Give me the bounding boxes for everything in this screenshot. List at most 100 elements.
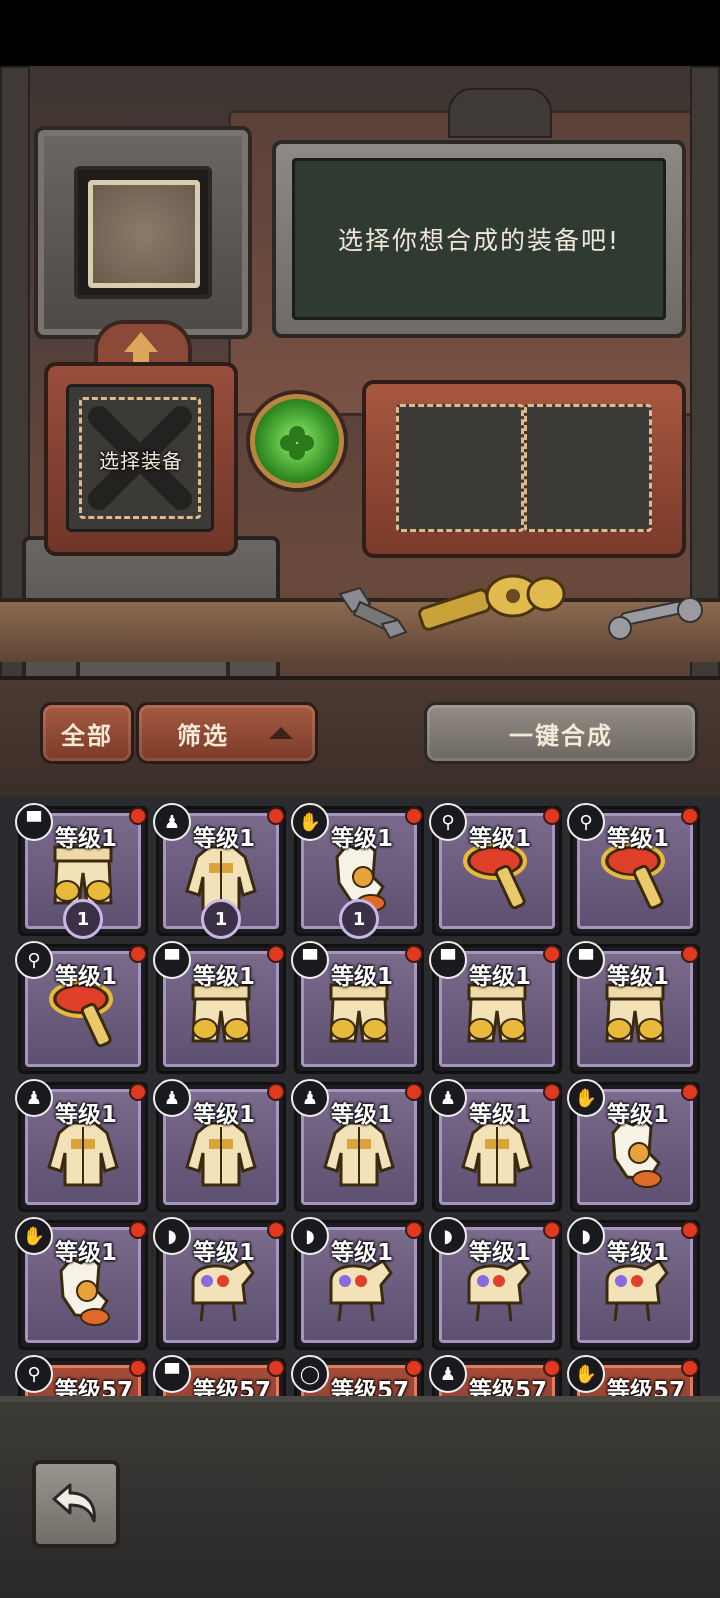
tool-icon: ⚲ (429, 803, 467, 841)
level-label: 等级1 (193, 1102, 256, 1128)
equipment-card[interactable]: ♟ 等级1 (291, 1079, 424, 1212)
craft-start-button[interactable] (250, 394, 344, 488)
equipment-card[interactable]: ▀ 等级1 (429, 941, 562, 1074)
glove-icon: ✋ (15, 1217, 53, 1255)
new-indicator-dot (129, 945, 147, 963)
level-label: 等级57 (331, 1378, 410, 1396)
material-slot-2[interactable] (524, 404, 652, 532)
equipment-card[interactable]: ◗ 等级1 (291, 1217, 424, 1350)
one-click-craft-button[interactable]: 一键合成 (424, 702, 698, 764)
level-label: 等级1 (331, 964, 394, 990)
new-indicator-dot (543, 807, 561, 825)
level-label: 等级1 (469, 826, 532, 852)
count-badge: 1 (63, 899, 103, 939)
equipment-card[interactable]: ✋ 等级1 (15, 1217, 148, 1350)
new-indicator-dot (267, 1221, 285, 1239)
level-label: 等级1 (55, 1102, 118, 1128)
equipment-card[interactable]: ◯ 等级57 (291, 1355, 424, 1396)
tool-icon: ⚲ (15, 941, 53, 979)
equipment-grid: ▀ 等级1 1 ♟ 等级1 1 ✋ 等级1 1 ⚲ 等级1 ⚲ 等级1 ⚲ 等级1 ▀ 等级1 ▀ 等级1 ▀ 等级1 ▀… (0, 796, 720, 1396)
equipment-card[interactable]: ◗ 等级1 (429, 1217, 562, 1350)
bolt-icon (338, 586, 408, 640)
pants-icon: ▀ (15, 803, 53, 841)
new-indicator-dot (129, 1083, 147, 1101)
level-label: 等级1 (55, 826, 118, 852)
coat-icon: ♟ (429, 1355, 467, 1393)
equipment-card[interactable]: ✋ 等级57 (567, 1355, 700, 1396)
new-indicator-dot (405, 1083, 423, 1101)
level-label: 等级1 (469, 1240, 532, 1266)
level-label: 等级57 (607, 1378, 686, 1396)
wrench-icon (608, 597, 703, 640)
pants-icon: ▀ (153, 1355, 191, 1393)
equipment-card[interactable]: ♟ 等级1 (429, 1079, 562, 1212)
equipment-card[interactable]: ▀ 等级1 (567, 941, 700, 1074)
boot-icon: ◗ (429, 1217, 467, 1255)
new-indicator-dot (405, 807, 423, 825)
pipe (690, 66, 720, 770)
windup-key-icon (418, 574, 566, 631)
new-indicator-dot (405, 945, 423, 963)
level-label: 等级1 (331, 826, 394, 852)
equipment-card[interactable]: ⚲ 等级1 (567, 803, 700, 936)
equipment-card[interactable]: ▀ 等级1 1 (15, 803, 148, 939)
filter-label: 筛选 (177, 721, 229, 750)
new-indicator-dot (681, 1221, 699, 1239)
filter-button[interactable]: 筛选 (136, 702, 318, 764)
new-indicator-dot (129, 807, 147, 825)
level-label: 等级57 (55, 1378, 134, 1396)
level-label: 等级1 (55, 964, 118, 990)
material-slots (362, 380, 686, 558)
new-indicator-dot (681, 807, 699, 825)
back-arrow-icon (52, 1483, 96, 1523)
level-label: 等级1 (55, 1240, 118, 1266)
equipment-card[interactable]: ♟ 等级57 (429, 1355, 562, 1396)
boot-icon: ◗ (153, 1217, 191, 1255)
equipment-card[interactable]: ◗ 等级1 (567, 1217, 700, 1350)
equipment-preview-slot (34, 126, 252, 339)
coat-icon: ♟ (291, 1079, 329, 1117)
level-label: 等级1 (607, 826, 670, 852)
new-indicator-dot (681, 945, 699, 963)
all-button[interactable]: 全部 (40, 702, 134, 764)
bottom-bar (0, 1396, 720, 1598)
equipment-card[interactable]: ▀ 等级1 (291, 941, 424, 1074)
level-label: 等级1 (607, 1240, 670, 1266)
equipment-card[interactable]: ♟ 等级1 (15, 1079, 148, 1212)
equipment-card[interactable]: ▀ 等级1 (153, 941, 286, 1074)
level-label: 等级57 (469, 1378, 548, 1396)
equipment-card[interactable]: ◗ 等级1 (153, 1217, 286, 1350)
level-label: 等级1 (331, 1240, 394, 1266)
new-indicator-dot (267, 807, 285, 825)
equipment-card[interactable]: ▀ 等级57 (153, 1355, 286, 1396)
boot-icon: ◗ (291, 1217, 329, 1255)
coat-icon: ♟ (153, 803, 191, 841)
select-equipment-slot[interactable]: 选择装备 (44, 362, 238, 556)
level-label: 等级1 (607, 964, 670, 990)
new-indicator-dot (405, 1221, 423, 1239)
equipment-card[interactable]: ♟ 等级1 1 (153, 803, 286, 939)
equipment-card[interactable]: ♟ 等级1 (153, 1079, 286, 1212)
level-label: 等级1 (469, 1102, 532, 1128)
glove-icon: ✋ (567, 1355, 605, 1393)
level-label: 等级1 (193, 826, 256, 852)
count-badge: 1 (201, 899, 241, 939)
level-label: 等级1 (193, 1240, 256, 1266)
new-indicator-dot (543, 1221, 561, 1239)
equipment-card[interactable]: ✋ 等级1 1 (291, 803, 424, 939)
level-label: 等级1 (469, 964, 532, 990)
new-indicator-dot (681, 1083, 699, 1101)
new-indicator-dot (267, 1083, 285, 1101)
equipment-card[interactable]: ✋ 等级1 (567, 1079, 700, 1212)
equipment-card[interactable]: ⚲ 等级1 (15, 941, 148, 1074)
back-button[interactable] (32, 1460, 120, 1548)
material-slot-1[interactable] (396, 404, 524, 532)
level-label: 等级1 (193, 964, 256, 990)
screen-message: 选择你想合成的装备吧! (337, 226, 621, 255)
filter-toolbar: 全部 筛选 一键合成 (0, 676, 720, 802)
pants-icon: ▀ (567, 941, 605, 979)
equipment-card[interactable]: ⚲ 等级57 (15, 1355, 148, 1396)
equipment-card[interactable]: ⚲ 等级1 (429, 803, 562, 936)
glove-icon: ✋ (567, 1079, 605, 1117)
coat-icon: ♟ (15, 1079, 53, 1117)
